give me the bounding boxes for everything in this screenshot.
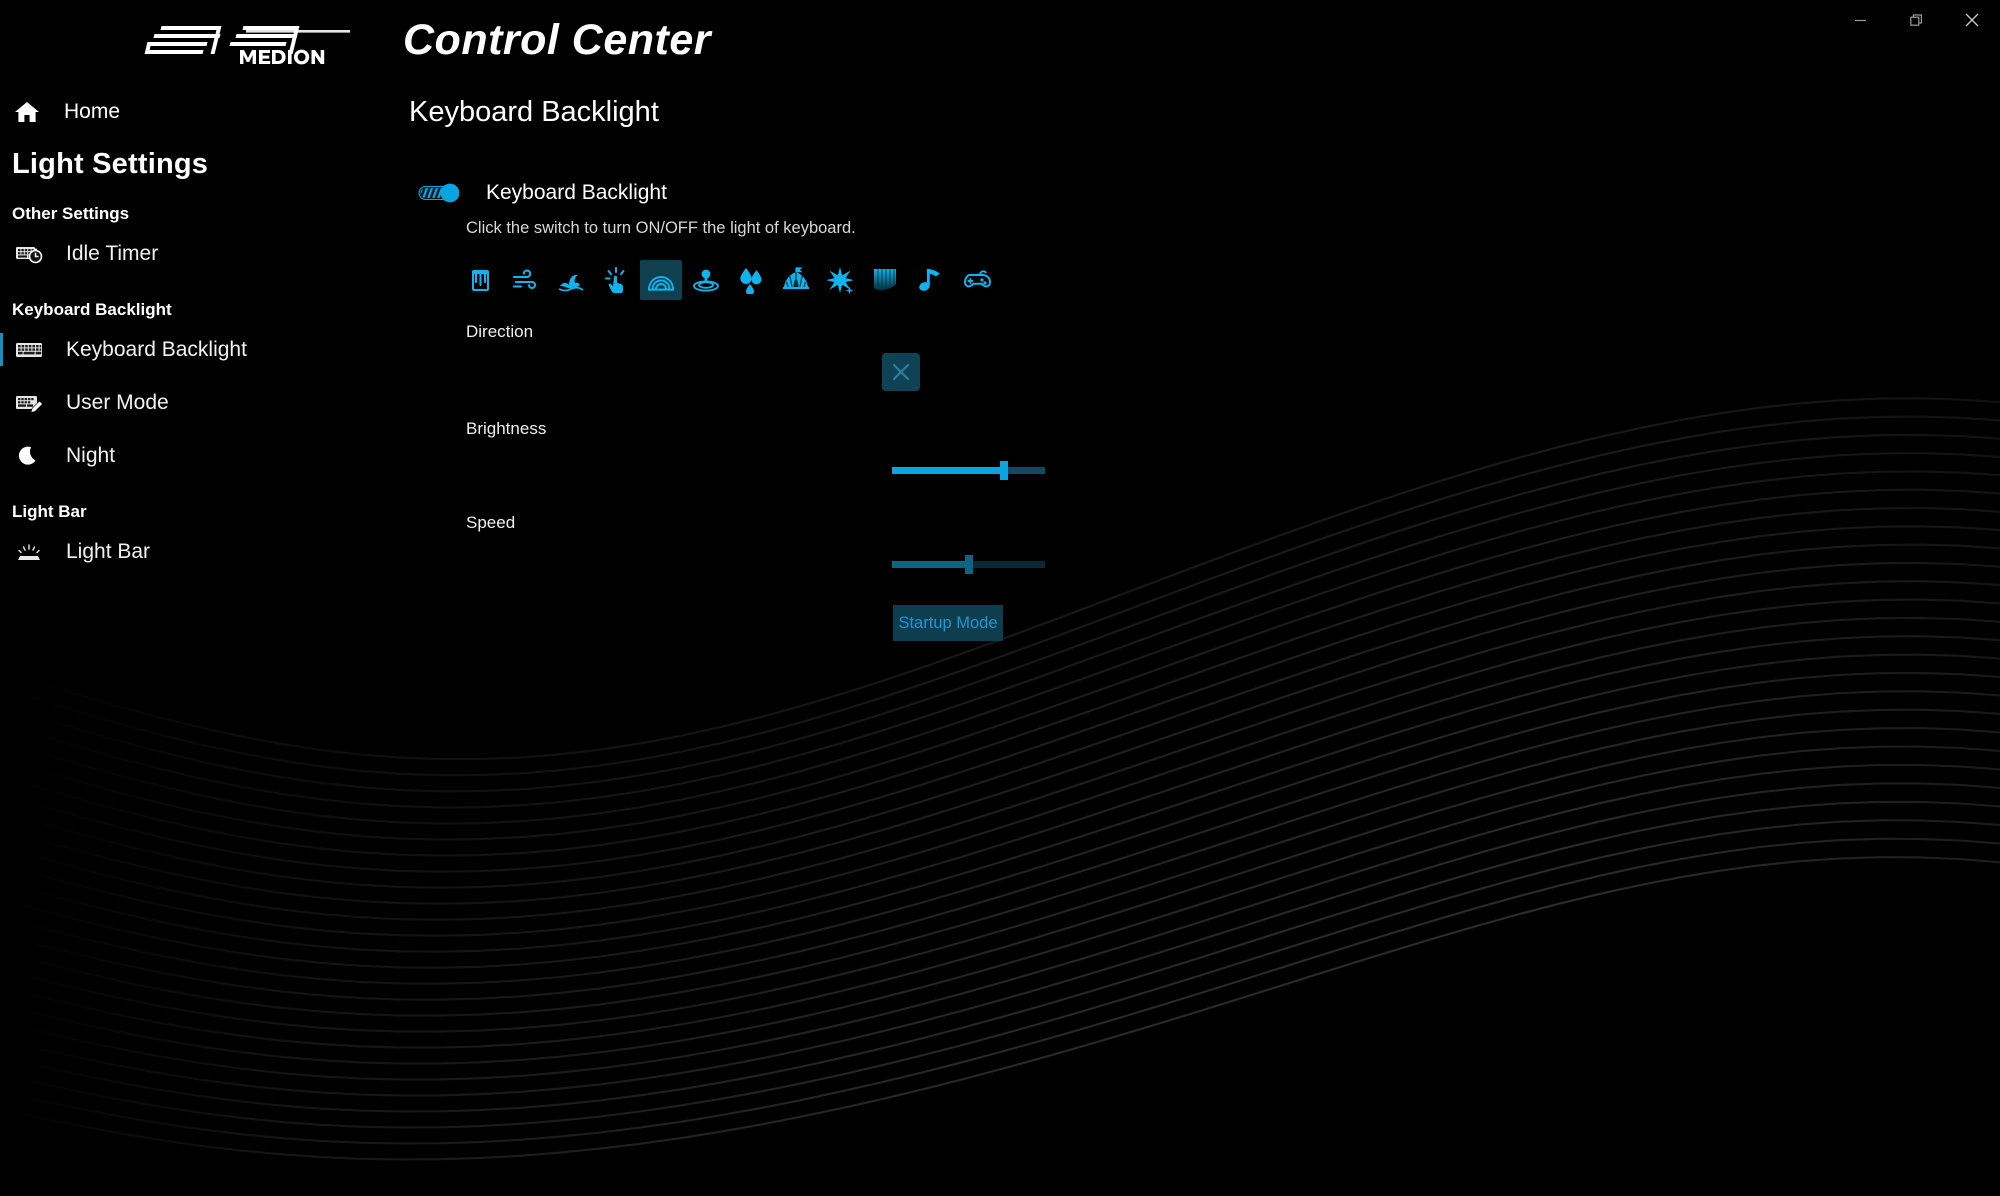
raindrop-icon <box>740 268 762 294</box>
app-window: Control Center Home Light Settings Other… <box>0 0 2000 1196</box>
keyboard-backlight-toggle-label: Keyboard Backlight <box>486 181 667 204</box>
paint-bucket-icon <box>472 270 489 291</box>
effect-button-wind[interactable] <box>505 260 547 300</box>
effect-button-tent[interactable] <box>775 260 817 300</box>
rainbow-icon <box>648 276 674 291</box>
light-bar-icon <box>12 542 46 562</box>
music-note-icon <box>919 269 940 291</box>
page-title: Keyboard Backlight <box>409 96 659 128</box>
minimize-icon <box>1854 19 1866 21</box>
window-controls <box>1832 0 2000 46</box>
startup-mode-button-label: Startup Mode <box>898 613 998 632</box>
sidebar-group-heading-keyboard-backlight: Keyboard Backlight <box>12 300 172 319</box>
ripple-icon <box>693 269 719 292</box>
moon-icon <box>12 444 46 468</box>
keyboard-backlight-toggle[interactable] <box>418 182 466 204</box>
keyboard-backlight-toggle-row: Keyboard Backlight <box>418 181 2000 205</box>
effect-button-touch[interactable] <box>595 260 637 300</box>
sidebar-group-heading-light-bar: Light Bar <box>12 502 87 521</box>
keyboard-backlight-hint: Click the switch to turn ON/OFF the ligh… <box>466 219 856 237</box>
sidebar-item-keyboard-backlight-label: Keyboard Backlight <box>66 337 247 361</box>
brightness-slider[interactable] <box>892 461 1045 480</box>
wind-icon <box>512 269 536 290</box>
effect-button-waterfall[interactable] <box>865 260 907 300</box>
effect-button-paint-bucket[interactable] <box>460 260 502 300</box>
effect-button-rainbow[interactable] <box>640 260 682 300</box>
effect-button-sparkle[interactable] <box>820 260 862 300</box>
sidebar-item-light-bar-label: Light Bar <box>66 539 151 563</box>
direction-label: Direction <box>466 322 534 341</box>
startup-mode-button[interactable]: Startup Mode <box>893 605 1003 641</box>
effect-mode-list <box>460 260 2000 300</box>
effect-button-ripple[interactable] <box>685 260 727 300</box>
app-title: Control Center <box>403 16 711 64</box>
speed-slider[interactable] <box>892 555 1045 574</box>
brightness-slider-thumb[interactable] <box>999 461 1008 480</box>
sidebar-item-home[interactable]: Home <box>0 90 400 134</box>
sidebar-item-night-label: Night <box>66 443 116 467</box>
sidebar-item-keyboard-backlight[interactable]: Keyboard Backlight <box>0 326 400 373</box>
effect-button-music[interactable] <box>910 260 952 300</box>
sidebar-item-home-label: Home <box>64 100 121 123</box>
sidebar: Home Light Settings Other Settings Idle … <box>0 80 400 1196</box>
sidebar-item-night[interactable]: Night <box>0 432 400 479</box>
sidebar-item-user-mode-label: User Mode <box>66 390 169 414</box>
close-icon <box>1965 13 1979 27</box>
wave-icon <box>558 274 584 292</box>
effect-button-gamepad[interactable] <box>955 260 997 300</box>
brightness-slider-fill <box>892 467 1004 474</box>
speed-slider-fill <box>892 561 969 568</box>
close-button[interactable] <box>1944 0 2000 40</box>
main-content: Keyboard Backlight Keyboard Backlight Cl… <box>400 80 2000 1196</box>
speed-label: Speed <box>466 513 516 532</box>
brightness-label: Brightness <box>466 419 547 438</box>
close-x-icon <box>892 363 910 381</box>
erazer-medion-logo <box>144 26 350 65</box>
keyboard-icon <box>12 340 46 360</box>
sparkle-icon <box>827 267 854 294</box>
direction-button[interactable] <box>882 353 920 391</box>
gamepad-icon <box>963 270 992 288</box>
keyboard-edit-icon <box>12 393 46 413</box>
sidebar-group-heading-other-settings: Other Settings <box>12 204 130 223</box>
sidebar-title: Light Settings <box>12 148 209 180</box>
effect-button-raindrop[interactable] <box>730 260 772 300</box>
sidebar-item-user-mode[interactable]: User Mode <box>0 379 400 426</box>
restore-button[interactable] <box>1888 0 1944 40</box>
restore-icon <box>1909 13 1922 26</box>
tent-icon <box>783 267 809 289</box>
speed-slider-thumb[interactable] <box>964 555 973 574</box>
waterfall-icon <box>874 269 896 291</box>
sidebar-item-idle-timer-label: Idle Timer <box>66 241 159 265</box>
effect-button-wave[interactable] <box>550 260 592 300</box>
sidebar-item-idle-timer[interactable]: Idle Timer <box>0 230 400 277</box>
touch-icon <box>605 267 625 293</box>
keyboard-timer-icon <box>12 243 46 265</box>
home-icon <box>10 100 44 124</box>
sidebar-item-light-bar[interactable]: Light Bar <box>0 528 400 575</box>
minimize-button[interactable] <box>1832 0 1888 40</box>
